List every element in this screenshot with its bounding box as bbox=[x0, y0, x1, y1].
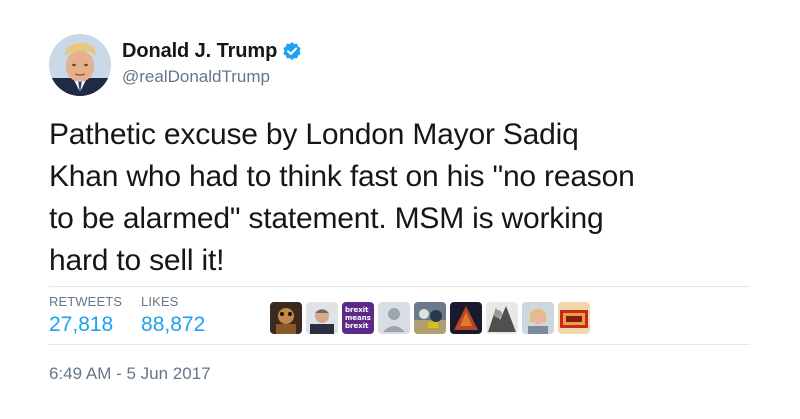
retweets-count[interactable]: 27,818 bbox=[49, 310, 122, 340]
tweet-text: Pathetic excuse by London Mayor Sadiq Kh… bbox=[49, 118, 635, 277]
likes-stat[interactable]: LIKES 88,872 bbox=[141, 294, 205, 340]
liker-avatar-5[interactable] bbox=[414, 302, 446, 334]
divider-bottom bbox=[49, 344, 750, 345]
liker-avatar-3[interactable]: brexit means brexit bbox=[342, 302, 374, 334]
divider-top bbox=[49, 286, 750, 287]
verified-badge-icon bbox=[282, 41, 302, 61]
liker-avatar-1[interactable] bbox=[270, 302, 302, 334]
brexit-line-2: means bbox=[345, 314, 371, 322]
author-avatar-image bbox=[49, 34, 111, 96]
liker-avatar-2[interactable] bbox=[306, 302, 338, 334]
tweet-card: Donald J. Trump @realDonaldTrump Patheti… bbox=[0, 0, 800, 419]
tweet-stats: RETWEETS 27,818 LIKES 88,872 bbox=[49, 294, 224, 340]
liker-avatar-7[interactable] bbox=[486, 302, 518, 334]
brexit-line-3: brexit bbox=[345, 322, 369, 330]
brexit-line-1: brexit bbox=[345, 306, 369, 314]
author-display-name[interactable]: Donald J. Trump bbox=[122, 40, 277, 63]
liker-avatar-4[interactable] bbox=[378, 302, 410, 334]
liker-avatar-8[interactable] bbox=[522, 302, 554, 334]
tweet-header: Donald J. Trump @realDonaldTrump bbox=[49, 34, 302, 96]
likes-count[interactable]: 88,872 bbox=[141, 310, 205, 340]
author-avatar[interactable] bbox=[49, 34, 111, 96]
display-name-row: Donald J. Trump bbox=[122, 38, 302, 64]
tweet-timestamp[interactable]: 6:49 AM - 5 Jun 2017 bbox=[49, 364, 211, 384]
likes-label: LIKES bbox=[141, 294, 179, 309]
liker-avatar-9[interactable] bbox=[558, 302, 590, 334]
liker-avatars: brexit means brexit bbox=[270, 302, 590, 334]
retweets-stat[interactable]: RETWEETS 27,818 bbox=[49, 294, 122, 340]
liker-avatar-6[interactable] bbox=[450, 302, 482, 334]
retweets-label: RETWEETS bbox=[49, 294, 123, 309]
author-handle[interactable]: @realDonaldTrump bbox=[122, 67, 302, 87]
author-names: Donald J. Trump @realDonaldTrump bbox=[122, 34, 302, 87]
